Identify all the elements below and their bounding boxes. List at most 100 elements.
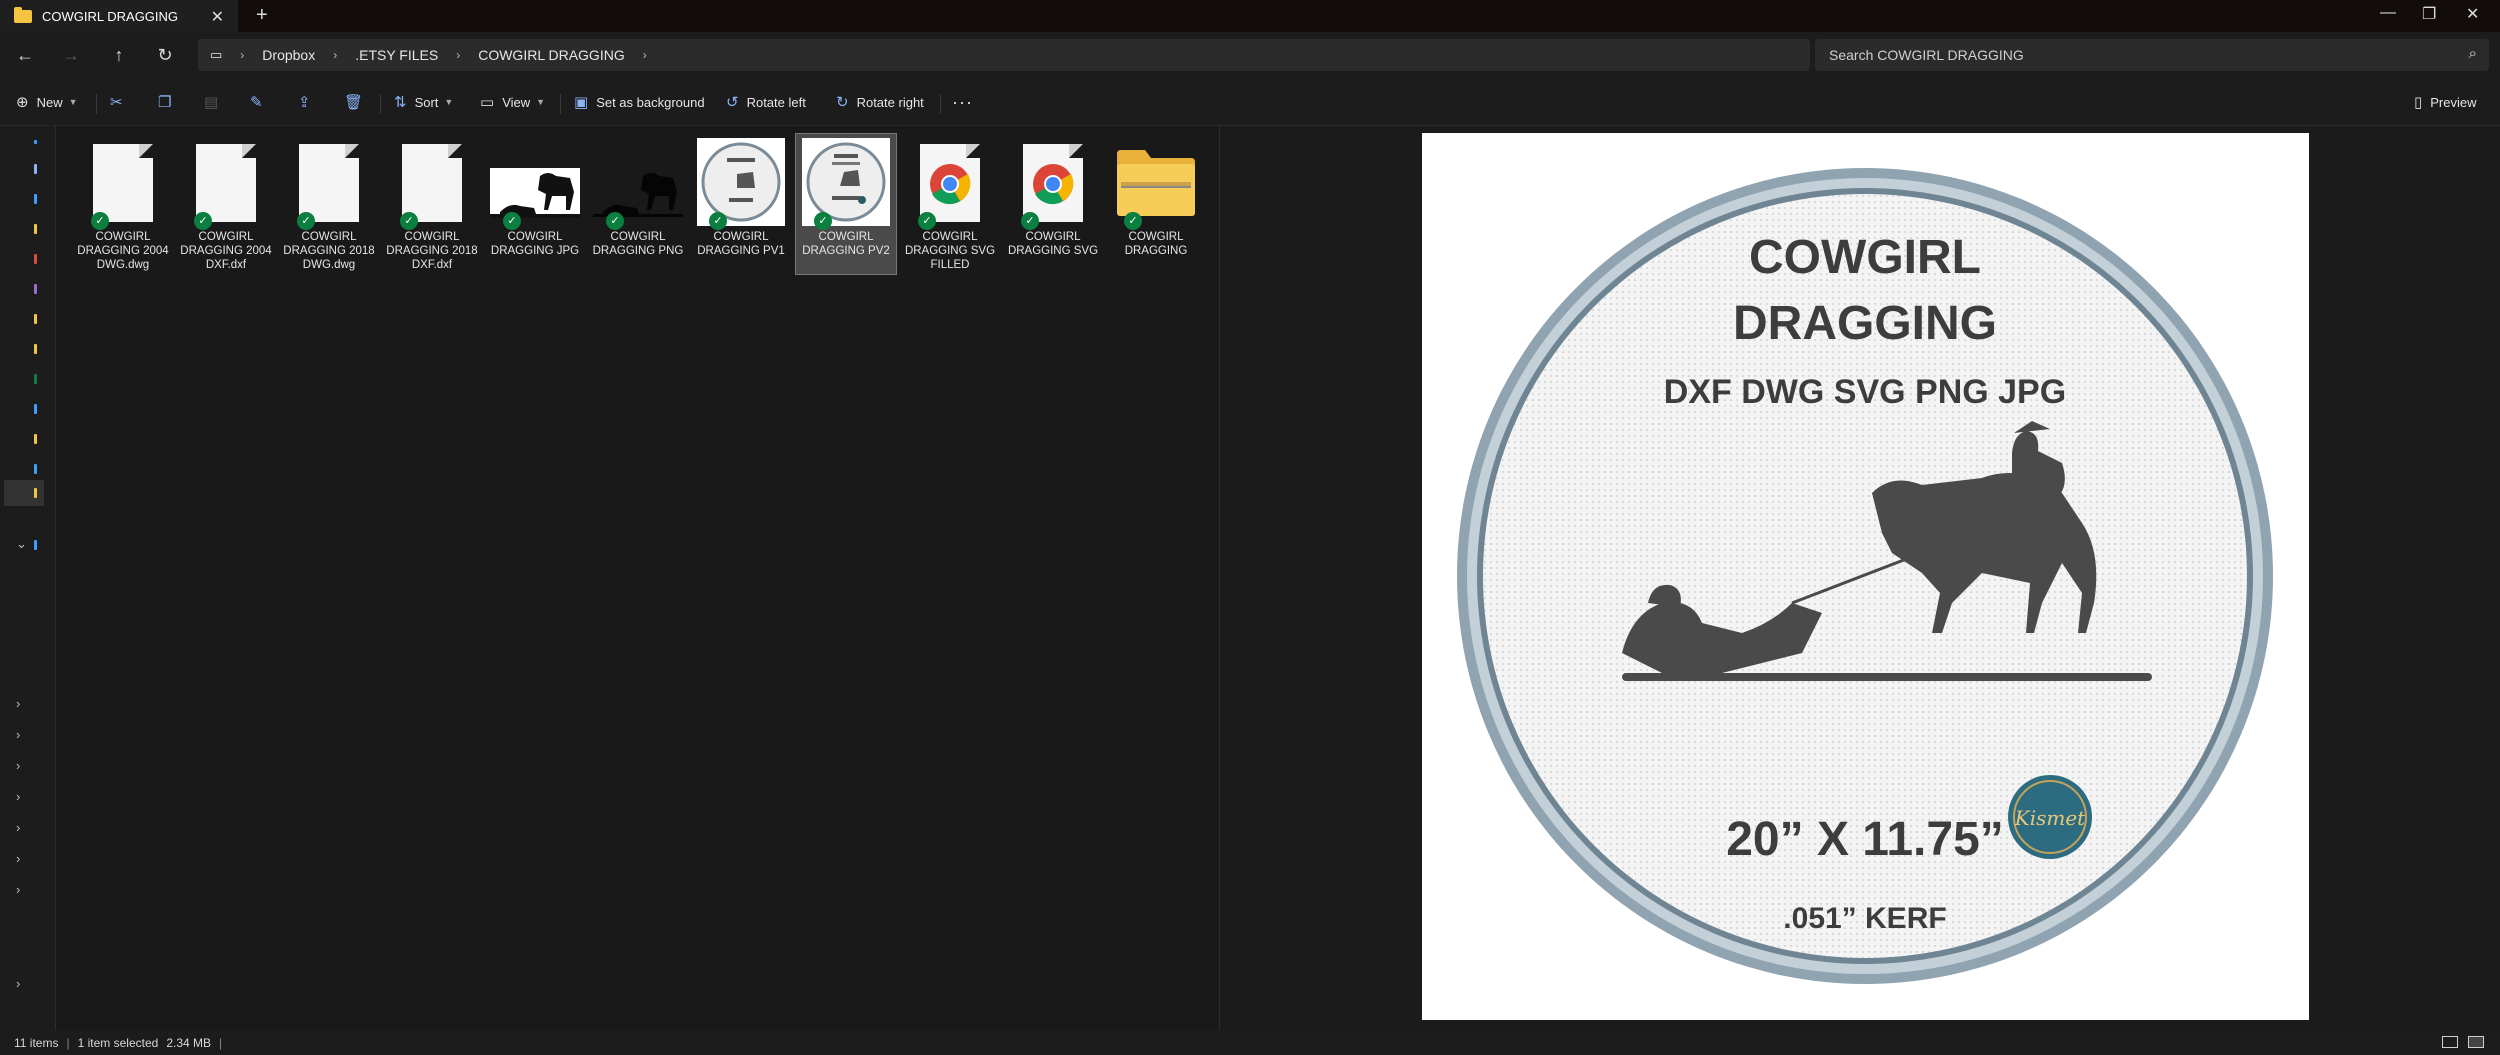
file-list: ✓ COWGIRL DRAGGING 2004 DWG.dwg ✓ COWGIRL D… — [57, 126, 1219, 1030]
nav-item[interactable] — [34, 374, 37, 384]
more-options-button[interactable]: ··· — [952, 91, 973, 113]
chevron-right-icon[interactable]: › — [16, 696, 20, 711]
back-arrow-icon[interactable]: ← — [12, 42, 38, 68]
rotate-left-button[interactable]: ↺ Rotate left — [726, 91, 806, 113]
search-icon[interactable]: ⌕ — [2469, 45, 2477, 62]
chevron-right-icon[interactable]: › — [16, 727, 20, 742]
navigation-pane: ⌄ › › › › › › › › — [0, 126, 56, 1030]
cut-button[interactable]: ✂ — [110, 91, 131, 113]
up-arrow-icon[interactable]: ↑ — [106, 42, 132, 68]
item-count: 11 items — [14, 1035, 59, 1050]
minimize-button[interactable]: — — [2380, 4, 2396, 22]
file-item[interactable]: ✓ COWGIRL DRAGGING 2018 DWG.dwg — [279, 134, 379, 274]
rename-button[interactable]: ✎ — [250, 91, 271, 113]
file-item[interactable]: ✓ COWGIRL DRAGGING SVG — [1003, 134, 1103, 274]
nav-item[interactable] — [34, 140, 37, 144]
delete-button[interactable]: 🗑 — [344, 91, 371, 113]
search-input[interactable]: Search COWGIRL DRAGGING ⌕ — [1815, 39, 2489, 71]
breadcrumb-dropbox[interactable]: Dropbox — [262, 47, 315, 63]
chevron-right-icon: › — [642, 48, 647, 62]
nav-item[interactable] — [34, 540, 37, 550]
chrome-icon — [1033, 164, 1074, 205]
file-item-selected[interactable]: ✓ COWGIRL DRAGGING PV2 — [795, 133, 897, 275]
sync-check-icon: ✓ — [297, 212, 315, 230]
folder-icon — [14, 6, 32, 23]
sort-label: Sort — [414, 94, 439, 110]
nav-item[interactable] — [34, 314, 37, 324]
image-thumbnail — [490, 168, 580, 218]
nav-item[interactable] — [34, 488, 37, 498]
rename-icon: ✎ — [250, 94, 263, 111]
file-name: COWGIRL DRAGGING 2018 DXF.dxf — [386, 231, 478, 271]
sync-check-icon: ✓ — [606, 212, 624, 230]
preview-title-line2: DRAGGING — [1733, 297, 1997, 350]
nav-item[interactable] — [34, 434, 37, 444]
sync-check-icon: ✓ — [400, 212, 418, 230]
command-bar: ⊕ New ▼ ✂ ❐ ▤ ✎ ⇪ 🗑 ⇅ Sort ▼ ▭ View ▼ ▣ … — [0, 78, 2500, 126]
file-item[interactable]: ✓ COWGIRL DRAGGING 2018 DXF.dxf — [382, 134, 482, 274]
sort-button[interactable]: ⇅ Sort ▼ — [394, 91, 453, 113]
breadcrumb-cowgirl-dragging[interactable]: COWGIRL DRAGGING — [478, 47, 625, 63]
nav-item[interactable] — [34, 224, 37, 234]
copy-button[interactable]: ❐ — [158, 91, 179, 113]
chevron-right-icon[interactable]: › — [16, 851, 20, 866]
file-item[interactable]: ✓ COWGIRL DRAGGING PNG — [588, 134, 688, 274]
divider — [380, 94, 381, 114]
nav-item[interactable] — [34, 164, 37, 174]
view-button[interactable]: ▭ View ▼ — [480, 91, 545, 113]
breadcrumb-etsy-files[interactable]: .ETSY FILES — [355, 47, 438, 63]
kismet-logo: Kismet — [2008, 775, 2092, 859]
image-thumbnail — [802, 138, 890, 226]
image-thumbnail — [697, 138, 785, 226]
chevron-right-icon[interactable]: › — [16, 976, 20, 991]
divider: | — [219, 1035, 223, 1050]
tab-close-icon[interactable]: ✕ — [211, 7, 224, 27]
chevron-down-icon[interactable]: ⌄ — [16, 536, 27, 552]
chrome-icon — [930, 164, 971, 205]
nav-item[interactable] — [34, 464, 37, 474]
nav-item[interactable] — [34, 344, 37, 354]
share-button[interactable]: ⇪ — [298, 91, 319, 113]
file-item[interactable]: ✓ COWGIRL DRAGGING PV1 — [691, 134, 791, 274]
preview-formats: DXF DWG SVG PNG JPG — [1664, 373, 2066, 411]
file-name: COWGIRL DRAGGING PNG — [592, 231, 684, 257]
divider: | — [66, 1035, 70, 1050]
nav-item-selected[interactable] — [4, 480, 44, 506]
maximize-button[interactable]: ❐ — [2422, 4, 2436, 24]
paste-button[interactable]: ▤ — [204, 91, 226, 113]
close-window-button[interactable]: ✕ — [2466, 4, 2479, 24]
new-tab-button[interactable]: + — [256, 4, 268, 27]
breadcrumb[interactable]: ▭ › Dropbox › .ETSY FILES › COWGIRL DRAG… — [198, 39, 1810, 71]
chevron-right-icon[interactable]: › — [16, 882, 20, 897]
file-item[interactable]: ✓ COWGIRL DRAGGING 2004 DXF.dxf — [176, 134, 276, 274]
nav-item[interactable] — [34, 284, 37, 294]
file-item[interactable]: ✓ COWGIRL DRAGGING — [1106, 134, 1206, 274]
details-view-icon[interactable] — [2442, 1036, 2458, 1048]
rotate-right-button[interactable]: ↻ Rotate right — [836, 91, 924, 113]
tab-cowgirl-dragging[interactable]: COWGIRL DRAGGING ✕ — [0, 0, 238, 32]
rotate-left-label: Rotate left — [746, 94, 806, 110]
chevron-right-icon[interactable]: › — [16, 758, 20, 773]
file-item[interactable]: ✓ COWGIRL DRAGGING 2004 DWG.dwg — [73, 134, 173, 274]
large-icons-view-icon[interactable] — [2468, 1036, 2484, 1048]
sync-check-icon: ✓ — [503, 212, 521, 230]
file-name: COWGIRL DRAGGING PV1 — [697, 231, 785, 257]
file-item[interactable]: ✓ COWGIRL DRAGGING JPG — [485, 134, 585, 274]
preview-button[interactable]: ▯ Preview — [2414, 91, 2477, 113]
set-background-label: Set as background — [596, 94, 705, 110]
monitor-icon[interactable]: ▭ — [210, 47, 222, 63]
chevron-right-icon[interactable]: › — [16, 789, 20, 804]
nav-item[interactable] — [34, 404, 37, 414]
logo-text: Kismet — [2014, 806, 2086, 830]
chevron-right-icon[interactable]: › — [16, 820, 20, 835]
wallpaper-icon: ▣ — [574, 94, 589, 111]
nav-item[interactable] — [34, 254, 37, 264]
file-item[interactable]: ✓ COWGIRL DRAGGING SVG FILLED — [900, 134, 1000, 274]
preview-kerf: .051” KERF — [1783, 902, 1946, 935]
document-icon — [196, 144, 256, 222]
set-as-background-button[interactable]: ▣ Set as background — [574, 91, 705, 113]
forward-arrow-icon[interactable]: → — [58, 42, 84, 68]
nav-item[interactable] — [34, 194, 37, 204]
refresh-icon[interactable]: ↻ — [152, 42, 178, 68]
new-button[interactable]: ⊕ New ▼ — [16, 91, 78, 113]
